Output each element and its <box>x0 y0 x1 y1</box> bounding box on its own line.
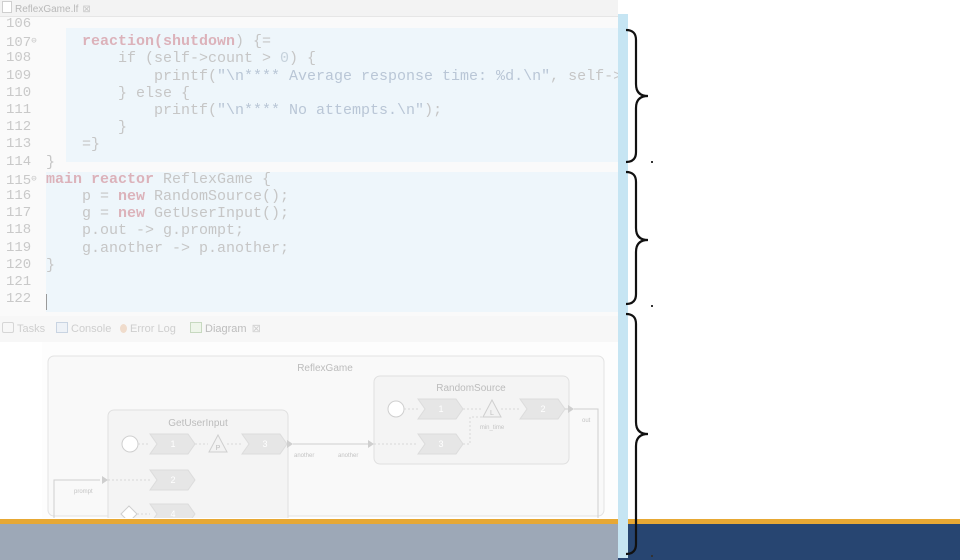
line-number: 119 <box>6 239 32 256</box>
reactor-diagram: ReflexGame RandomSource 1 L min_time 2 o… <box>47 355 605 529</box>
line-number: 121 <box>6 274 32 290</box>
annotation-dot <box>651 305 653 307</box>
code-line-113: =} <box>82 136 101 154</box>
code-line-114: } <box>46 153 56 171</box>
port-prompt-label: prompt <box>74 489 93 495</box>
getuserinput-title: GetUserInput <box>168 418 228 429</box>
editor-tab-label: ReflexGame.lf <box>15 4 79 15</box>
code-line-112: } <box>118 119 128 137</box>
code-line-115: main reactor ReflexGame { <box>46 170 272 188</box>
randomsource-title: RandomSource <box>436 383 506 394</box>
randomsource-reaction-2-label: 2 <box>540 404 545 414</box>
startup-trigger-icon <box>121 435 139 453</box>
diagram-canvas[interactable]: ReflexGame RandomSource 1 L min_time 2 o… <box>42 342 618 529</box>
randomsource-reaction-3-label: 3 <box>438 439 443 449</box>
code-line-108: if (self->count > 0) { <box>118 50 317 68</box>
code-text-area[interactable]: reaction(shutdown) {= if (self->count > … <box>46 16 618 316</box>
code-line-111: printf("\n**** No attempts.\n"); <box>154 102 443 119</box>
startup-trigger-icon <box>387 400 405 418</box>
port-another-label: another <box>338 453 358 459</box>
close-icon[interactable]: ⊠ <box>82 4 90 15</box>
fold-marker-icon[interactable]: ⊖ <box>31 36 36 46</box>
line-number-gutter: 106 107⊖ 108 109 110 111 112 113 114 115… <box>0 16 46 316</box>
editor-tab[interactable]: ReflexGame.lf ⊠ <box>2 1 91 15</box>
line-number: 112 <box>6 119 32 136</box>
port-another-label: another <box>294 453 314 459</box>
line-number: 122 <box>6 291 32 308</box>
randomsource-action-name: min_time <box>480 425 505 431</box>
getuserinput-reaction-1-label: 1 <box>170 439 175 449</box>
line-number: 109 <box>6 67 32 84</box>
line-number: 118 <box>6 222 32 239</box>
code-line-119: g.another -> p.another; <box>82 239 290 257</box>
annotation-braces <box>625 28 649 556</box>
error-log-icon <box>120 324 127 333</box>
line-number: 113 <box>6 136 32 153</box>
tab-tasks[interactable]: Tasks <box>2 322 45 336</box>
view-tab-bar: Tasks Console Error Log Diagram ⊠ <box>0 316 618 342</box>
code-line-118: p.out -> g.prompt; <box>82 222 245 240</box>
line-number: 108 <box>6 50 32 67</box>
getuserinput-reaction-3-label: 3 <box>262 439 267 449</box>
line-number: 120 <box>6 256 32 273</box>
tab-diagram[interactable]: Diagram ⊠ <box>190 322 261 336</box>
line-number: 110 <box>6 84 32 101</box>
editor-tab-bar: ReflexGame.lf ⊠ <box>0 0 618 17</box>
close-icon[interactable]: ⊠ <box>252 323 261 335</box>
footer-overlay <box>0 524 618 560</box>
getuserinput-reaction-2-label: 2 <box>170 475 175 485</box>
tab-console[interactable]: Console <box>56 322 111 336</box>
file-icon <box>2 1 12 13</box>
annotation-dot <box>651 555 653 557</box>
code-line-116: p = new RandomSource(); <box>82 188 290 205</box>
randomsource-reaction-1-label: 1 <box>438 404 443 414</box>
code-line-120: } <box>46 256 56 274</box>
tasks-icon <box>2 322 14 333</box>
getuserinput-reaction-4-label: 4 <box>170 509 175 518</box>
brace-main-reactor <box>625 170 649 306</box>
brace-reaction <box>625 28 649 164</box>
code-line-110: } else { <box>118 84 191 102</box>
code-editor[interactable]: ReflexGame.lf ⊠ 106 107⊖ 108 109 110 111 … <box>0 0 618 316</box>
line-number: 114 <box>6 153 32 170</box>
text-cursor <box>46 294 47 310</box>
code-line-117: g = new GetUserInput(); <box>82 205 290 223</box>
console-icon <box>56 322 68 333</box>
line-number: 117 <box>6 205 32 222</box>
randomsource-action-label: L <box>490 410 494 417</box>
code-line-109: printf("\n**** Average response time: %d… <box>154 67 618 85</box>
diagram-icon <box>190 322 202 333</box>
code-line-107: reaction(shutdown) {= <box>82 33 272 51</box>
brace-diagram <box>625 312 649 556</box>
fold-marker-icon[interactable]: ⊖ <box>31 174 36 184</box>
line-number: 111 <box>6 102 32 118</box>
annotation-dot <box>651 161 653 163</box>
port-out-label: out <box>582 418 591 424</box>
diagram-title: ReflexGame <box>297 363 353 374</box>
line-number: 106 <box>6 16 32 32</box>
tab-error-log[interactable]: Error Log <box>120 322 176 336</box>
getuserinput-action-label: P <box>216 445 221 452</box>
line-number: 116 <box>6 188 32 204</box>
